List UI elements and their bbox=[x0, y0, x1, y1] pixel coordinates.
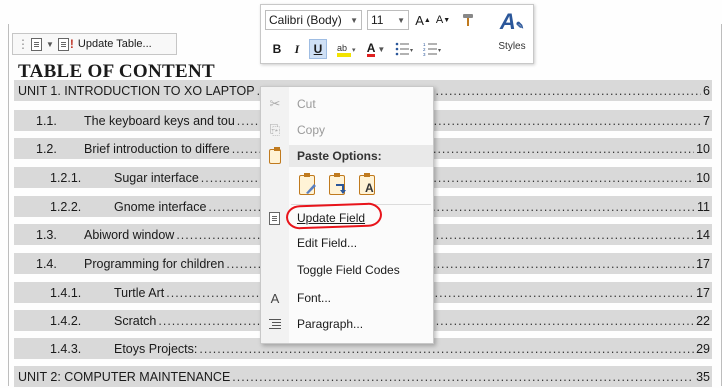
chevron-down-icon: ▼ bbox=[397, 15, 405, 25]
svg-text:ab: ab bbox=[337, 43, 347, 53]
toc-entry-text: Turtle Art bbox=[114, 285, 165, 300]
highlight-color-button[interactable]: ab ▾ bbox=[333, 39, 359, 59]
toc-entry-text: Programming for children bbox=[84, 256, 225, 271]
toc-page-number: 11 bbox=[697, 199, 710, 214]
toc-page-number: 22 bbox=[696, 313, 710, 328]
svg-text:▾: ▾ bbox=[438, 48, 441, 54]
toc-entry-number: 1.2.1. bbox=[50, 170, 82, 185]
shrink-font-icon: A bbox=[435, 14, 444, 26]
styles-label: Styles bbox=[498, 41, 526, 52]
menu-item-label: Toggle Field Codes bbox=[297, 263, 400, 277]
toc-entry-text: Scratch bbox=[114, 313, 157, 328]
toc-entry-number: 1.4. bbox=[36, 256, 57, 271]
font-size-dropdown[interactable]: 11 ▼ bbox=[367, 10, 409, 30]
highlighter-icon: ab ▾ bbox=[337, 43, 356, 57]
format-painter-icon bbox=[463, 14, 473, 26]
grow-font-icon: A bbox=[415, 12, 424, 28]
font-name-value: Calibri (Body) bbox=[269, 13, 342, 27]
font-color-button[interactable]: A ▼ bbox=[363, 39, 389, 59]
paste-keep-text-only-icon[interactable]: A bbox=[357, 173, 379, 199]
toc-entry-number: 1.2. bbox=[36, 141, 57, 156]
toc-page-number: 17 bbox=[696, 285, 710, 300]
toc-entry-number: 1.4.3. bbox=[50, 341, 82, 356]
grow-font-button[interactable]: A ▲ bbox=[415, 10, 431, 30]
toc-entry-number: 1.3. bbox=[36, 227, 57, 242]
toc-page-number: 14 bbox=[696, 227, 710, 242]
toc-entry-text: The keyboard keys and tou bbox=[84, 113, 235, 128]
bullet-list-icon: ▾ bbox=[395, 42, 413, 56]
underline-button[interactable]: U bbox=[309, 39, 327, 59]
menu-item-font[interactable]: A Font... bbox=[261, 287, 433, 309]
toc-document-icon[interactable] bbox=[31, 37, 42, 51]
toc-entry-text: Abiword window bbox=[84, 227, 175, 242]
menu-item-label: Font... bbox=[297, 291, 332, 305]
paste-icon bbox=[261, 146, 289, 164]
dot-leader bbox=[176, 228, 694, 242]
svg-text:▾: ▾ bbox=[410, 48, 413, 54]
bullets-button[interactable]: ▾ bbox=[393, 39, 417, 59]
shrink-font-button[interactable]: A ▼ bbox=[435, 10, 451, 30]
menu-item-paragraph[interactable]: Paragraph... bbox=[261, 313, 433, 335]
menu-item-label: Edit Field... bbox=[297, 236, 358, 250]
mini-formatting-toolbar: Calibri (Body) ▼ 11 ▼ A ▲ A ▼ B I U ab ▾ A ▼… bbox=[260, 4, 534, 64]
toc-page-number: 17 bbox=[696, 256, 710, 271]
font-icon: A bbox=[270, 290, 280, 306]
font-color-icon: A bbox=[366, 40, 376, 57]
svg-text:3: 3 bbox=[423, 52, 426, 56]
toc-entry-text: Etoys Projects: bbox=[114, 341, 198, 356]
format-painter-button[interactable] bbox=[457, 10, 479, 30]
numbering-button[interactable]: 1 2 3 ▾ bbox=[421, 39, 445, 59]
toc-page-number: 6 bbox=[703, 83, 710, 98]
font-name-dropdown[interactable]: Calibri (Body) ▼ bbox=[265, 10, 362, 30]
toc-entry-text: UNIT 2: COMPUTER MAINTENANCE bbox=[18, 369, 231, 384]
toc-entry-text: Brief introduction to differe bbox=[84, 141, 230, 156]
toc-entry-number: 1.4.2. bbox=[50, 313, 82, 328]
update-field-icon: ! bbox=[261, 211, 289, 225]
italic-button[interactable]: I bbox=[289, 39, 305, 59]
copy-icon: ⎘ bbox=[269, 122, 281, 137]
styles-icon: A✎ bbox=[499, 9, 525, 34]
menu-item-edit-field[interactable]: Edit Field... bbox=[261, 232, 433, 254]
toc-entry-number: 1.1. bbox=[36, 113, 57, 128]
paste-keep-source-icon[interactable] bbox=[297, 173, 319, 199]
styles-button[interactable]: A✎ Styles bbox=[493, 8, 531, 62]
toc-field-toolbar: ⋮ ▼ ! Update Table... bbox=[12, 33, 177, 55]
update-table-icon bbox=[57, 37, 69, 51]
update-table-button[interactable]: Update Table... bbox=[78, 38, 152, 50]
chevron-down-icon: ▼ bbox=[377, 44, 386, 54]
chevron-down-icon: ▼ bbox=[350, 15, 358, 25]
toc-entry-number: 1.4.1. bbox=[50, 285, 82, 300]
update-warning-icon: ! bbox=[69, 37, 74, 51]
drag-handle-icon[interactable]: ⋮ bbox=[17, 37, 29, 51]
menu-item-cut[interactable]: ✂ Cut bbox=[261, 93, 433, 115]
paragraph-icon bbox=[261, 318, 289, 330]
bold-button[interactable]: B bbox=[269, 39, 285, 59]
toc-entry-text: Gnome interface bbox=[114, 199, 207, 214]
menu-item-copy[interactable]: ⎘ Copy bbox=[261, 119, 433, 141]
menu-item-label: Cut bbox=[297, 97, 316, 111]
toc-entry-text: Sugar interface bbox=[114, 170, 199, 185]
dot-leader bbox=[232, 370, 694, 384]
menu-item-label: Paragraph... bbox=[297, 317, 364, 331]
toc-page-number: 35 bbox=[696, 369, 710, 384]
chevron-down-icon[interactable]: ▼ bbox=[46, 40, 54, 49]
paste-options-header: Paste Options: bbox=[289, 145, 433, 167]
toc-entry-number: 1.2.2. bbox=[50, 199, 82, 214]
paste-options-group: A bbox=[297, 173, 379, 199]
toc-page-number: 29 bbox=[696, 341, 710, 356]
font-size-value: 11 bbox=[371, 13, 384, 27]
numbered-list-icon: 123▾ bbox=[423, 42, 441, 56]
toc-page-number: 7 bbox=[703, 113, 710, 128]
toc-page-number: 10 bbox=[696, 170, 710, 185]
red-annotation-circle bbox=[285, 202, 383, 230]
toc-row-unit2[interactable]: UNIT 2: COMPUTER MAINTENANCE 35 bbox=[14, 366, 712, 387]
paste-merge-formatting-icon[interactable] bbox=[327, 173, 349, 199]
menu-item-toggle-field-codes[interactable]: Toggle Field Codes bbox=[261, 259, 433, 281]
menu-item-label: Copy bbox=[297, 123, 326, 137]
toc-entry-text: UNIT 1. INTRODUCTION TO XO LAPTOP bbox=[18, 83, 255, 98]
scissors-icon: ✂ bbox=[269, 96, 281, 111]
svg-text:▾: ▾ bbox=[352, 47, 356, 54]
toc-page-number: 10 bbox=[696, 141, 710, 156]
